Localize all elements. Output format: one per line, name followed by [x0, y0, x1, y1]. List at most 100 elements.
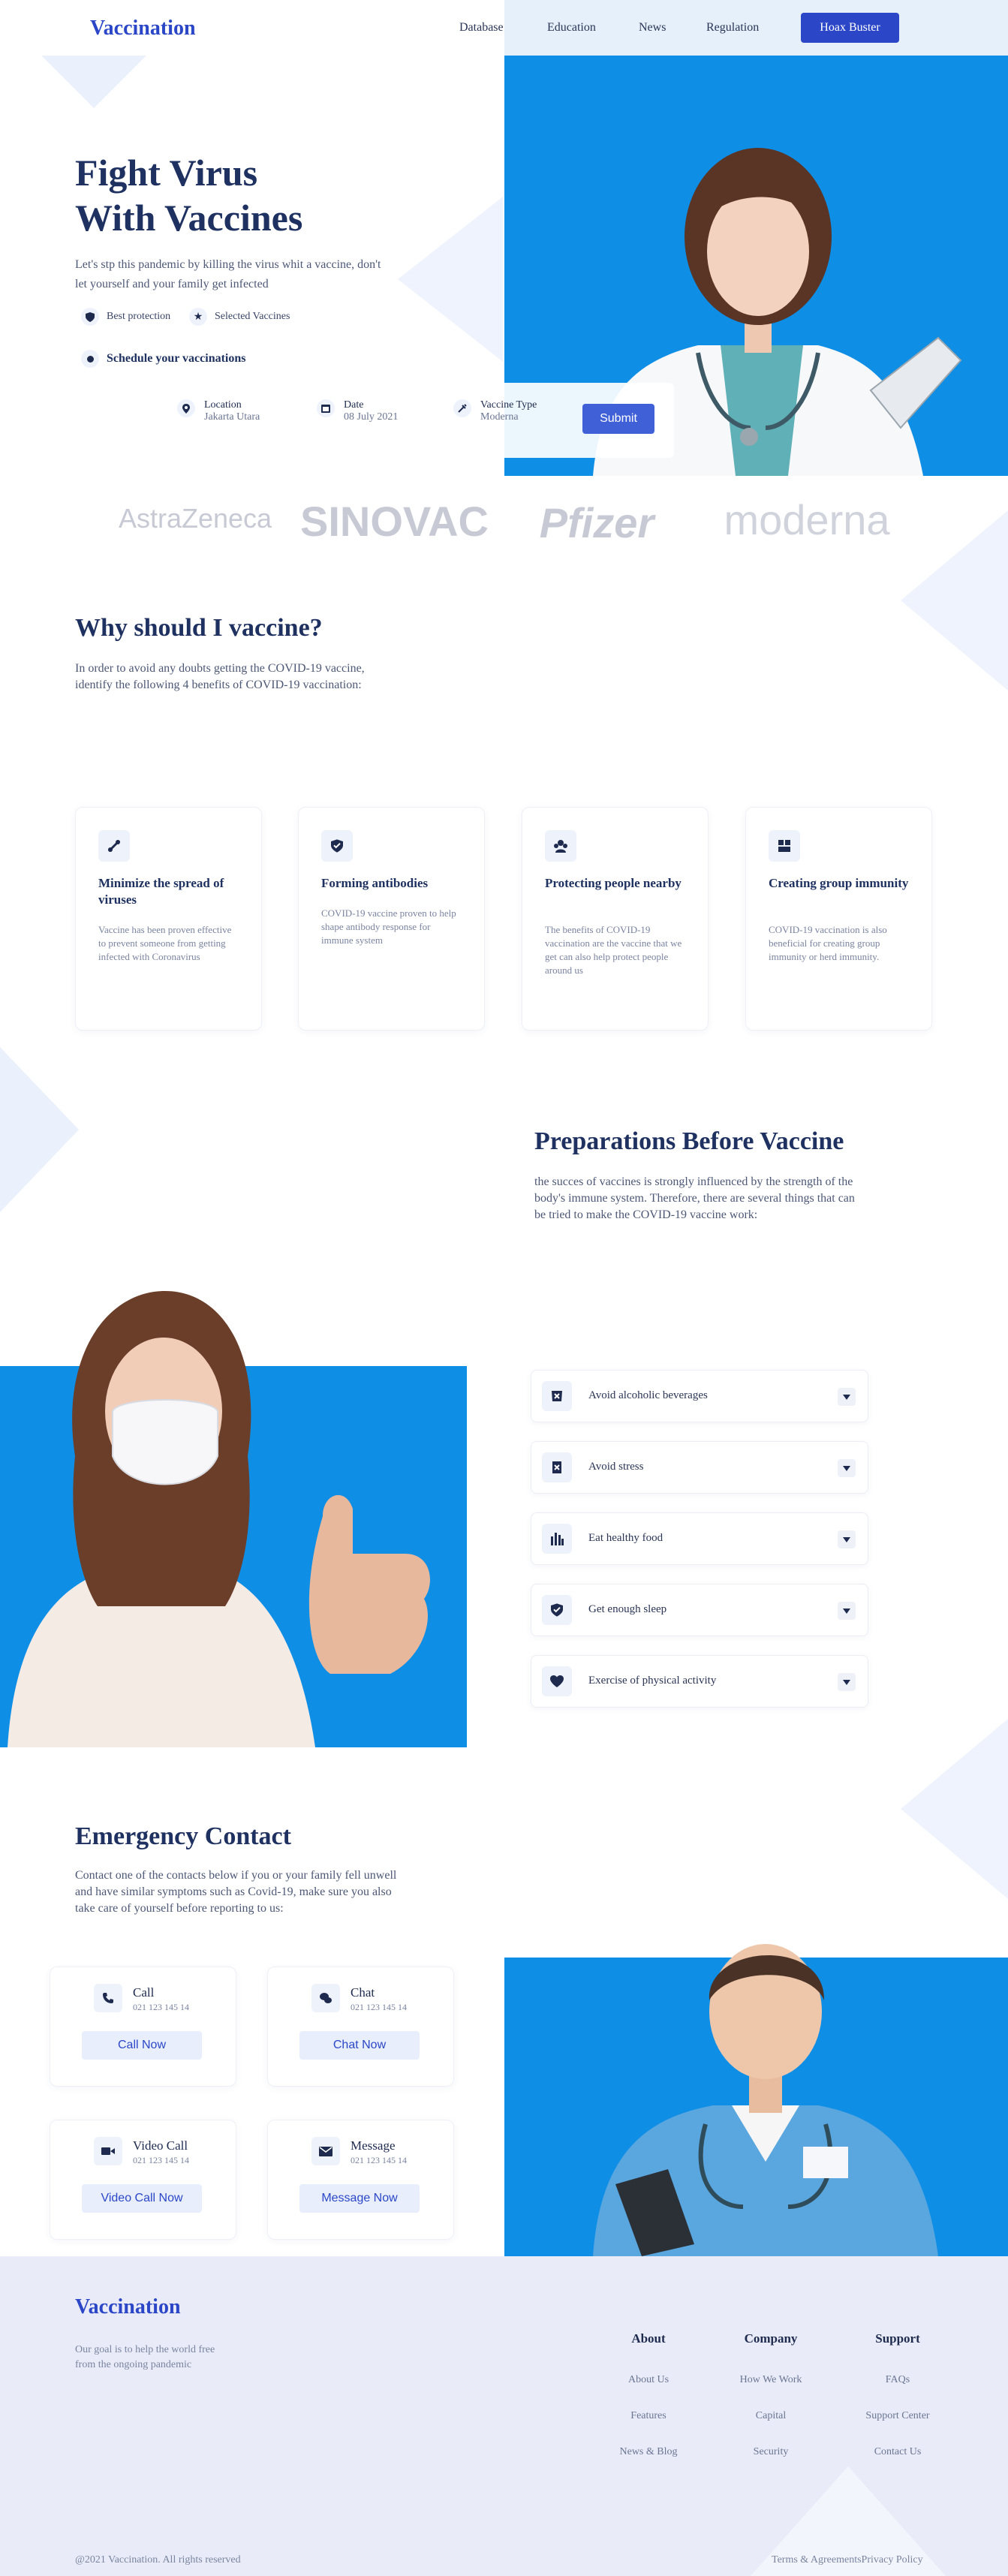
chevron-down-icon[interactable]	[838, 1388, 856, 1406]
chevron-down-icon[interactable]	[838, 1530, 856, 1548]
footer-link[interactable]: Features	[588, 2410, 709, 2422]
chat-now-button[interactable]: Chat Now	[299, 2031, 420, 2060]
male-doctor-photo	[593, 1944, 938, 2256]
heart-icon	[542, 1666, 572, 1696]
group-immunity-icon	[769, 830, 800, 862]
benefit-card: Protecting people nearby The benefits of…	[522, 807, 709, 1031]
decor-triangle	[901, 1719, 1008, 1899]
vaccine-type-field[interactable]: Vaccine Type Moderna	[453, 399, 537, 423]
location-value: Jakarta Utara	[204, 411, 260, 423]
hoax-buster-button[interactable]: Hoax Buster	[801, 13, 899, 43]
virus-spread-icon	[98, 830, 130, 862]
nav-link-news[interactable]: News	[639, 21, 666, 35]
chevron-down-icon[interactable]	[838, 1602, 856, 1620]
video-camera-icon	[94, 2137, 122, 2165]
footer-link[interactable]: Security	[711, 2446, 831, 2458]
footer-link[interactable]: News & Blog	[588, 2446, 709, 2458]
why-text: In order to avoid any doubts getting the…	[75, 662, 365, 691]
stress-icon	[542, 1452, 572, 1482]
call-now-button[interactable]: Call Now	[82, 2031, 202, 2060]
contact-phone: 021 123 145 14	[351, 2155, 407, 2165]
footer-link[interactable]: Capital	[711, 2410, 831, 2422]
chevron-down-icon[interactable]	[838, 1673, 856, 1691]
prep-item-label: Get enough sleep	[588, 1603, 667, 1615]
terms-link[interactable]: Terms & Agreements	[772, 2554, 862, 2566]
prep-text: the succes of vaccines is strongly influ…	[534, 1175, 855, 1221]
schedule-vaccination-link[interactable]: Schedule your vaccinations	[81, 350, 246, 368]
brand-moderna: moderna	[724, 496, 890, 543]
hero-title: Fight Virus With Vaccines	[75, 150, 302, 240]
schedule-label: Schedule your vaccinations	[107, 352, 246, 365]
brand-astrazeneca: AstraZeneca	[118, 503, 272, 534]
footer-link[interactable]: Support Center	[838, 2410, 958, 2422]
contact-card: Message 021 123 145 14 Message Now	[267, 2120, 454, 2240]
benefit-card-title: Protecting people nearby	[545, 876, 682, 890]
emergency-text: Contact one of the contacts below if you…	[75, 1869, 397, 1915]
contact-title: Video Call	[133, 2138, 188, 2153]
footer-legal-links: Terms & Agreements Privacy Policy	[772, 2554, 923, 2566]
benefit-card-text: Vaccine has been proven effective to pre…	[98, 924, 232, 962]
prep-item-label: Avoid alcoholic beverages	[588, 1389, 708, 1401]
contact-title: Message	[351, 2138, 396, 2153]
video-call-now-button[interactable]: Video Call Now	[82, 2184, 202, 2213]
healthy-food-icon	[542, 1524, 572, 1554]
no-alcohol-icon	[542, 1381, 572, 1411]
footer-link[interactable]: How We Work	[711, 2374, 831, 2386]
contact-title: Chat	[351, 1985, 375, 2000]
phone-icon	[94, 1984, 122, 2012]
nav-link-regulation[interactable]: Regulation	[706, 21, 759, 35]
benefit-card-text: COVID-19 vaccine proven to help shape an…	[321, 907, 456, 946]
contact-phone: 021 123 145 14	[133, 2002, 189, 2012]
submit-label: Submit	[600, 412, 637, 425]
footer-link[interactable]: FAQs	[838, 2374, 958, 2386]
contact-phone: 021 123 145 14	[133, 2155, 189, 2165]
calendar-icon	[317, 399, 335, 417]
brand-pfizer: Pfizer	[539, 499, 654, 546]
footer-col-company-title: Company	[744, 2331, 798, 2346]
booking-form: Location Jakarta Utara Date 08 July 2021…	[167, 383, 674, 458]
prep-item[interactable]: Eat healthy food	[531, 1512, 868, 1565]
date-field[interactable]: Date 08 July 2021	[317, 399, 398, 423]
prep-item-label: Avoid stress	[588, 1461, 644, 1473]
benefit-card-text: COVID-19 vaccination is also beneficial …	[769, 924, 887, 962]
decor-triangle	[0, 1047, 79, 1212]
prep-item[interactable]: Avoid stress	[531, 1441, 868, 1494]
people-group-icon	[545, 830, 576, 862]
footer-logo[interactable]: Vaccination	[75, 2295, 181, 2319]
footer-col-support-title: Support	[875, 2331, 920, 2346]
date-value: 08 July 2021	[344, 411, 399, 423]
contact-card: Video Call 021 123 145 14 Video Call Now	[50, 2120, 236, 2240]
privacy-link[interactable]: Privacy Policy	[862, 2554, 923, 2566]
decor-triangle	[41, 56, 146, 108]
prep-item-label: Exercise of physical activity	[588, 1675, 717, 1687]
benefit-card: Forming antibodies COVID-19 vaccine prov…	[298, 807, 485, 1031]
benefit-card: Minimize the spread of viruses Vaccine h…	[75, 807, 262, 1031]
decor-triangle	[901, 510, 1008, 691]
prep-item[interactable]: Avoid alcoholic beverages	[531, 1370, 868, 1422]
benefit-card-title: Minimize the spread of viruses	[98, 876, 224, 907]
nav-link-education[interactable]: Education	[547, 21, 596, 35]
chevron-down-icon[interactable]	[838, 1459, 856, 1477]
footer-col-about-title: About	[631, 2331, 666, 2346]
submit-button[interactable]: Submit	[582, 404, 654, 434]
message-now-button[interactable]: Message Now	[299, 2184, 420, 2213]
prep-item[interactable]: Get enough sleep	[531, 1584, 868, 1636]
footer-link[interactable]: Contact Us	[838, 2446, 958, 2458]
shield-icon	[321, 830, 353, 862]
footer: Vaccination Our goal is to help the worl…	[0, 2256, 1008, 2576]
nav-link-database[interactable]: Database	[459, 21, 504, 35]
logo[interactable]: Vaccination	[90, 17, 196, 41]
decor-triangle	[398, 197, 503, 362]
location-field[interactable]: Location Jakarta Utara	[177, 399, 260, 423]
badge-best-protection-label: Best protection	[107, 311, 171, 322]
benefit-card: Creating group immunity COVID-19 vaccina…	[745, 807, 932, 1031]
dot-icon	[81, 350, 99, 368]
hero-title-line1: Fight Virus	[75, 152, 258, 194]
benefit-card-title: Creating group immunity	[769, 876, 909, 890]
benefit-card-text: The benefits of COVID-19 vaccination are…	[545, 924, 682, 976]
syringe-icon	[453, 399, 471, 417]
benefit-card-title: Forming antibodies	[321, 876, 429, 890]
hoax-buster-label: Hoax Buster	[820, 21, 880, 34]
prep-item[interactable]: Exercise of physical activity	[531, 1655, 868, 1708]
footer-link[interactable]: About Us	[588, 2374, 709, 2386]
